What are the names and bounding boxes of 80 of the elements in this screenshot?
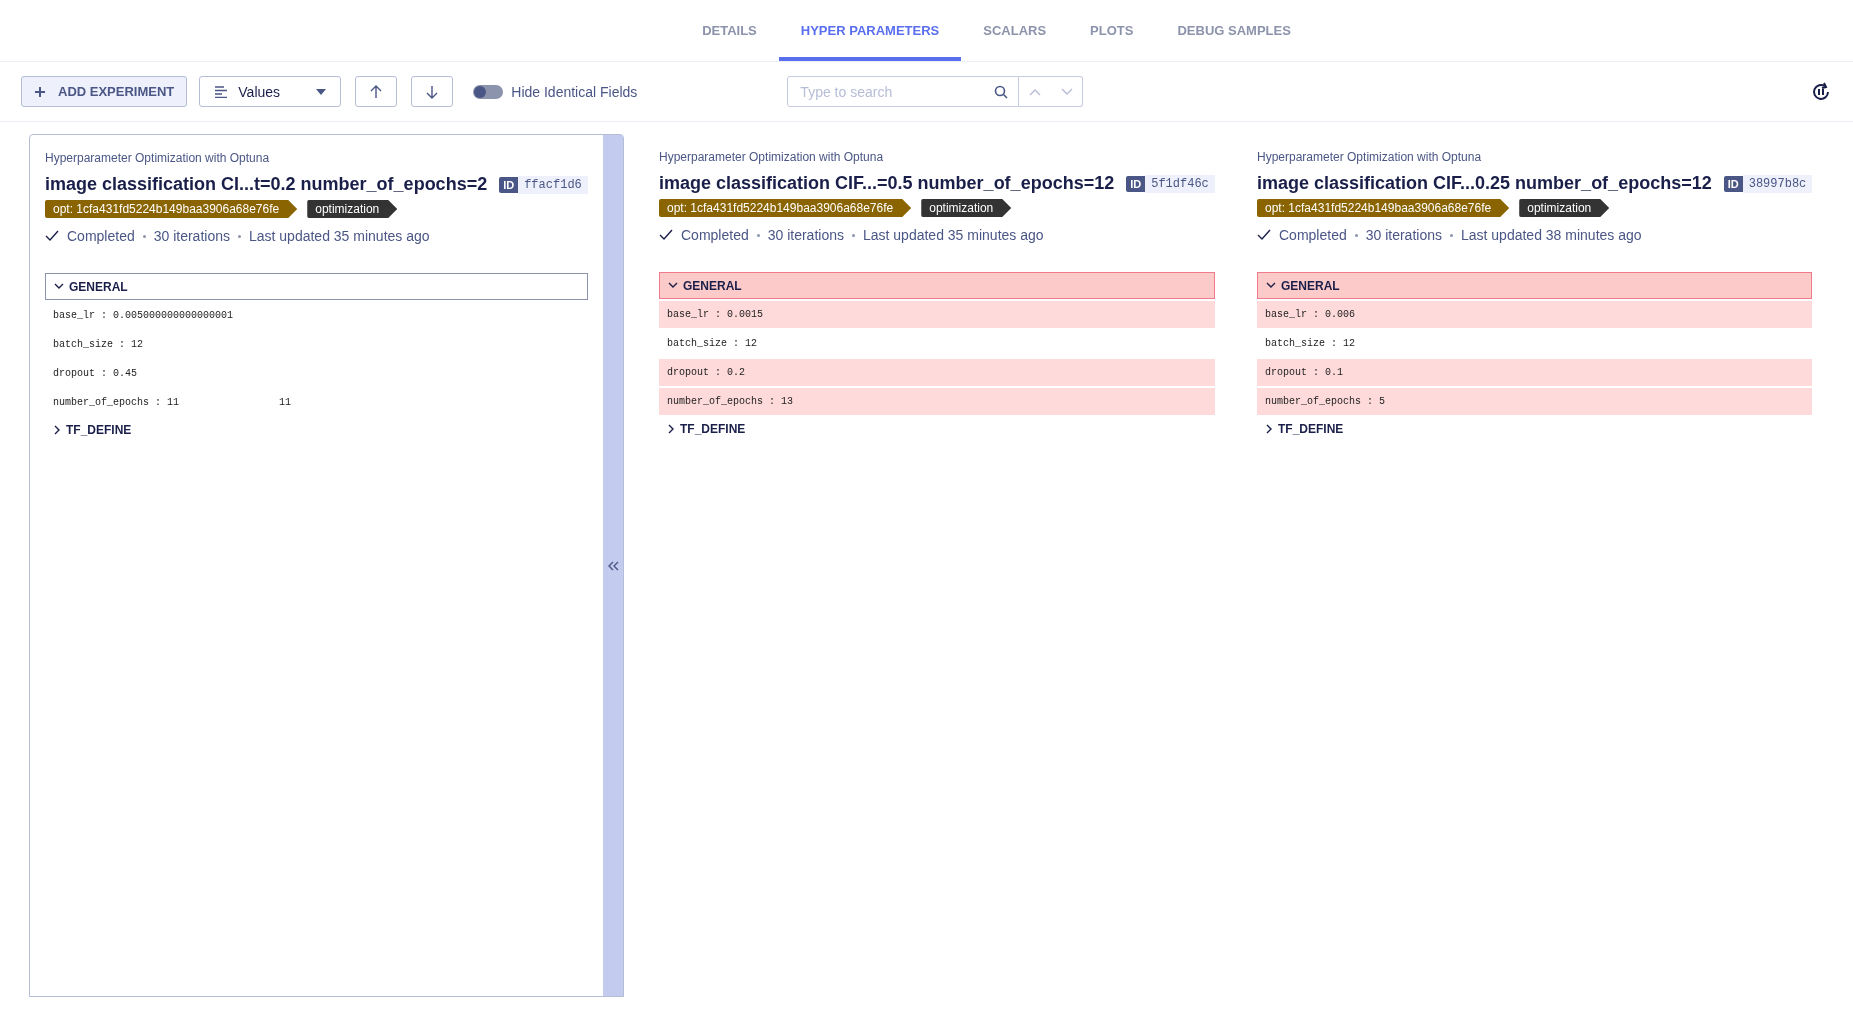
chevron-right-icon (54, 424, 61, 435)
iterations-text: 30 iterations (1365, 227, 1442, 243)
separator-dot (142, 234, 146, 238)
status-text: Completed (681, 227, 749, 243)
tag: opt: 1cfa431fd5224b149baa3906a68e76fe (45, 200, 298, 218)
tag: opt: 1cfa431fd5224b149baa3906a68e76fe (659, 199, 912, 217)
separator-dot (852, 233, 855, 237)
lines-icon (214, 85, 229, 98)
chevron-down-icon[interactable] (1060, 87, 1073, 96)
experiment-id: 38997b8c (1742, 174, 1813, 193)
project-name: Hyperparameter Optimization with Optuna (659, 150, 885, 164)
hide-identical-toggle[interactable] (473, 84, 504, 99)
separator-dot (756, 233, 760, 237)
chevron-right-icon (1266, 423, 1273, 434)
experiment-name: image classification CIF...0.25 number_of_epochs=12 (1257, 173, 1712, 194)
param-text: batch_size : 12 (667, 338, 757, 349)
move-down-button[interactable] (411, 76, 454, 107)
chevron-down-icon (1266, 282, 1276, 289)
param-text: batch_size : 12 (53, 339, 143, 350)
status-text: Completed (67, 228, 135, 244)
experiment-id: ffacf1d6 (518, 175, 588, 194)
add-experiment-button[interactable]: ADD EXPERIMENT (21, 76, 188, 107)
param-text: batch_size : 12 (1265, 338, 1355, 349)
search-bar[interactable]: Type to search (787, 76, 1020, 107)
param-text: number_of_epochs : 5 (1265, 396, 1386, 407)
checkmark-icon (659, 229, 673, 241)
project-name: Hyperparameter Optimization with Optuna (45, 151, 271, 165)
updated-text: Last updated 35 minutes ago (863, 227, 1044, 243)
iterations-text: 30 iterations (767, 227, 844, 243)
search-icon (994, 84, 1009, 99)
chevron-down-icon (54, 283, 64, 290)
chevron-down-icon (668, 282, 678, 289)
separator-dot (1450, 233, 1453, 237)
id-label: ID (499, 176, 519, 193)
search-input[interactable]: Type to search (798, 82, 995, 101)
project-name: Hyperparameter Optimization with Optuna (1257, 150, 1483, 164)
checkmark-icon (1257, 229, 1271, 241)
tag: opt: 1cfa431fd5224b149baa3906a68e76fe (1257, 199, 1510, 217)
tag: optimization (1519, 199, 1610, 217)
experiment-id: 5f1df46c (1145, 174, 1215, 193)
plus-icon (34, 85, 46, 98)
iterations-text: 30 iterations (153, 228, 230, 244)
param-text: base_lr : 0.006 (1265, 309, 1355, 320)
param-text: base_lr : 0.0015 (667, 309, 763, 320)
id-label: ID (1723, 175, 1743, 192)
move-up-button[interactable] (355, 76, 398, 107)
arrow-down-icon (426, 84, 439, 99)
arrow-up-icon (370, 84, 383, 99)
checkmark-icon (45, 230, 59, 242)
id-label: ID (1126, 175, 1146, 192)
chevron-right-icon (668, 423, 675, 434)
param-text: number_of_epochs : 11 (53, 397, 180, 408)
section-header[interactable]: GENERAL (45, 273, 588, 300)
param-text: number_of_epochs : 13 (667, 396, 794, 407)
param-text: dropout : 0.2 (667, 367, 745, 378)
double-chevron-left-icon (606, 560, 619, 571)
section-header[interactable]: GENERAL (659, 272, 1215, 299)
section-header[interactable]: TF_DEFINE (659, 415, 1215, 442)
experiment-name: image classification CI...t=0.2 number_of_epochs=2 (45, 174, 488, 195)
param-text: dropout : 0.45 (53, 368, 137, 379)
refresh-icon[interactable] (1810, 80, 1832, 103)
param-text: base_lr : 0.005000000000000001 (53, 310, 234, 321)
updated-text: Last updated 35 minutes ago (249, 228, 430, 244)
experiment-name: image classification CIF...=0.5 number_of_epochs=12 (659, 173, 1115, 194)
tag: optimization (307, 200, 398, 218)
tag: optimization (921, 199, 1012, 217)
hide-identical-label: Hide Identical Fields (511, 83, 638, 100)
section-header[interactable]: TF_DEFINE (45, 416, 588, 443)
separator-dot (1354, 233, 1358, 237)
updated-text: Last updated 38 minutes ago (1461, 227, 1642, 243)
section-header[interactable]: GENERAL (1257, 272, 1813, 299)
status-text: Completed (1279, 227, 1347, 243)
view-dropdown[interactable]: Values (199, 76, 342, 107)
chevron-up-icon[interactable] (1029, 87, 1042, 96)
caret-icon (316, 88, 327, 95)
param-text: dropout : 0.1 (1265, 367, 1343, 378)
tab[interactable]: HYPER PARAMETERS (778, 0, 962, 61)
param-extra-text: 11 (279, 397, 292, 408)
separator-dot (238, 234, 241, 238)
section-header[interactable]: TF_DEFINE (1257, 415, 1813, 442)
